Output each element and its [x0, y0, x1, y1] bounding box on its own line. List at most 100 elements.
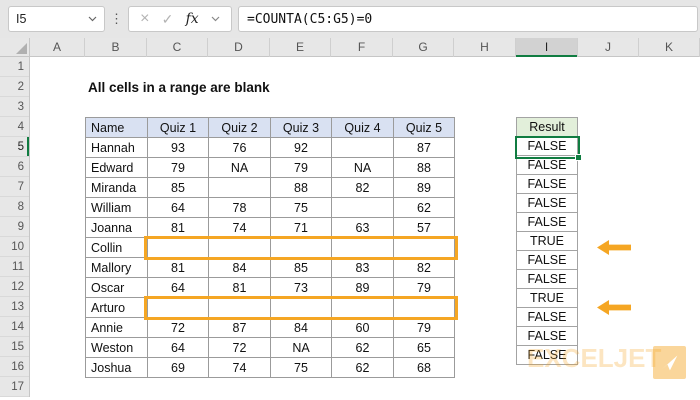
name-cell[interactable]: Annie	[86, 318, 148, 338]
score-cell[interactable]	[148, 298, 209, 318]
score-cell[interactable]: 75	[271, 358, 332, 378]
score-cell[interactable]	[332, 138, 394, 158]
result-cell[interactable]: FALSE	[516, 269, 578, 289]
row-header-16[interactable]: 16	[0, 357, 29, 377]
score-cell[interactable]: 81	[209, 278, 271, 298]
score-cell[interactable]	[148, 238, 209, 258]
score-cell[interactable]: 81	[148, 218, 209, 238]
score-cell[interactable]: NA	[209, 158, 271, 178]
row-header-3[interactable]: 3	[0, 97, 29, 117]
row-header-8[interactable]: 8	[0, 197, 29, 217]
score-cell[interactable]: 64	[148, 338, 209, 358]
chevron-down-icon[interactable]	[211, 16, 220, 22]
name-cell[interactable]: Collin	[86, 238, 148, 258]
cancel-icon[interactable]: ×	[140, 11, 149, 27]
row-header-6[interactable]: 6	[0, 157, 29, 177]
name-cell[interactable]: William	[86, 198, 148, 218]
table-header-name[interactable]: Name	[86, 118, 148, 138]
score-cell[interactable]: 71	[271, 218, 332, 238]
row-header-14[interactable]: 14	[0, 317, 29, 337]
name-cell[interactable]: Hannah	[86, 138, 148, 158]
name-cell[interactable]: Joshua	[86, 358, 148, 378]
score-cell[interactable]: 68	[394, 358, 455, 378]
chevron-down-icon[interactable]	[88, 16, 97, 22]
score-cell[interactable]: 88	[271, 178, 332, 198]
score-cell[interactable]: 89	[332, 278, 394, 298]
result-cell[interactable]: FALSE	[516, 136, 578, 156]
column-header-H[interactable]: H	[454, 38, 516, 57]
result-cell[interactable]: TRUE	[516, 231, 578, 251]
score-cell[interactable]	[271, 298, 332, 318]
result-cell[interactable]: FALSE	[516, 193, 578, 213]
score-cell[interactable]	[209, 178, 271, 198]
column-header-A[interactable]: A	[30, 38, 85, 57]
name-cell[interactable]: Edward	[86, 158, 148, 178]
column-header-C[interactable]: C	[147, 38, 208, 57]
row-header-9[interactable]: 9	[0, 217, 29, 237]
row-header-10[interactable]: 10	[0, 237, 29, 257]
score-cell[interactable]: 76	[209, 138, 271, 158]
insert-function-icon[interactable]: fx	[186, 11, 199, 27]
column-header-F[interactable]: F	[331, 38, 393, 57]
name-cell[interactable]: Weston	[86, 338, 148, 358]
row-header-7[interactable]: 7	[0, 177, 29, 197]
column-header-I[interactable]: I	[516, 38, 578, 57]
score-cell[interactable]: 65	[394, 338, 455, 358]
score-cell[interactable]: 79	[394, 318, 455, 338]
name-cell[interactable]: Mallory	[86, 258, 148, 278]
score-cell[interactable]	[209, 298, 271, 318]
score-cell[interactable]: 62	[332, 358, 394, 378]
formula-input[interactable]: =COUNTA(C5:G5)=0	[238, 6, 698, 32]
score-cell[interactable]: 87	[394, 138, 455, 158]
column-header-J[interactable]: J	[578, 38, 639, 57]
score-cell[interactable]: 72	[148, 318, 209, 338]
sheet-title[interactable]: All cells in a range are blank	[88, 78, 270, 98]
row-header-1[interactable]: 1	[0, 57, 29, 77]
select-all-corner[interactable]	[0, 38, 30, 57]
score-cell[interactable]: 84	[209, 258, 271, 278]
score-cell[interactable]: 62	[332, 338, 394, 358]
row-header-15[interactable]: 15	[0, 337, 29, 357]
row-header-4[interactable]: 4	[0, 117, 29, 137]
name-cell[interactable]: Oscar	[86, 278, 148, 298]
score-cell[interactable]: 69	[148, 358, 209, 378]
row-header-11[interactable]: 11	[0, 257, 29, 277]
score-cell[interactable]: 87	[209, 318, 271, 338]
column-header-D[interactable]: D	[208, 38, 270, 57]
score-cell[interactable]: NA	[332, 158, 394, 178]
score-cell[interactable]: 62	[394, 198, 455, 218]
column-header-B[interactable]: B	[85, 38, 147, 57]
score-cell[interactable]	[394, 238, 455, 258]
result-cell[interactable]: FALSE	[516, 174, 578, 194]
name-cell[interactable]: Arturo	[86, 298, 148, 318]
score-cell[interactable]: 85	[148, 178, 209, 198]
name-box[interactable]: I5	[8, 6, 105, 32]
table-header-quiz-1[interactable]: Quiz 1	[148, 118, 209, 138]
score-cell[interactable]: 83	[332, 258, 394, 278]
score-cell[interactable]: 63	[332, 218, 394, 238]
row-header-12[interactable]: 12	[0, 277, 29, 297]
score-cell[interactable]: 79	[271, 158, 332, 178]
column-header-E[interactable]: E	[270, 38, 331, 57]
score-cell[interactable]: 88	[394, 158, 455, 178]
column-header-K[interactable]: K	[639, 38, 700, 57]
result-header[interactable]: Result	[516, 117, 578, 137]
score-cell[interactable]: 82	[394, 258, 455, 278]
result-cell[interactable]: TRUE	[516, 288, 578, 308]
row-header-2[interactable]: 2	[0, 77, 29, 97]
score-cell[interactable]: 89	[394, 178, 455, 198]
score-cell[interactable]	[332, 298, 394, 318]
score-cell[interactable]: 82	[332, 178, 394, 198]
result-cell[interactable]: FALSE	[516, 307, 578, 327]
table-header-quiz-3[interactable]: Quiz 3	[271, 118, 332, 138]
score-cell[interactable]: 93	[148, 138, 209, 158]
score-cell[interactable]	[271, 238, 332, 258]
column-header-G[interactable]: G	[393, 38, 454, 57]
result-cell[interactable]: FALSE	[516, 250, 578, 270]
row-header-13[interactable]: 13	[0, 297, 29, 317]
score-cell[interactable]	[332, 238, 394, 258]
result-cell[interactable]: FALSE	[516, 212, 578, 232]
score-cell[interactable]: 60	[332, 318, 394, 338]
score-cell[interactable]: 57	[394, 218, 455, 238]
score-cell[interactable]: 74	[209, 358, 271, 378]
